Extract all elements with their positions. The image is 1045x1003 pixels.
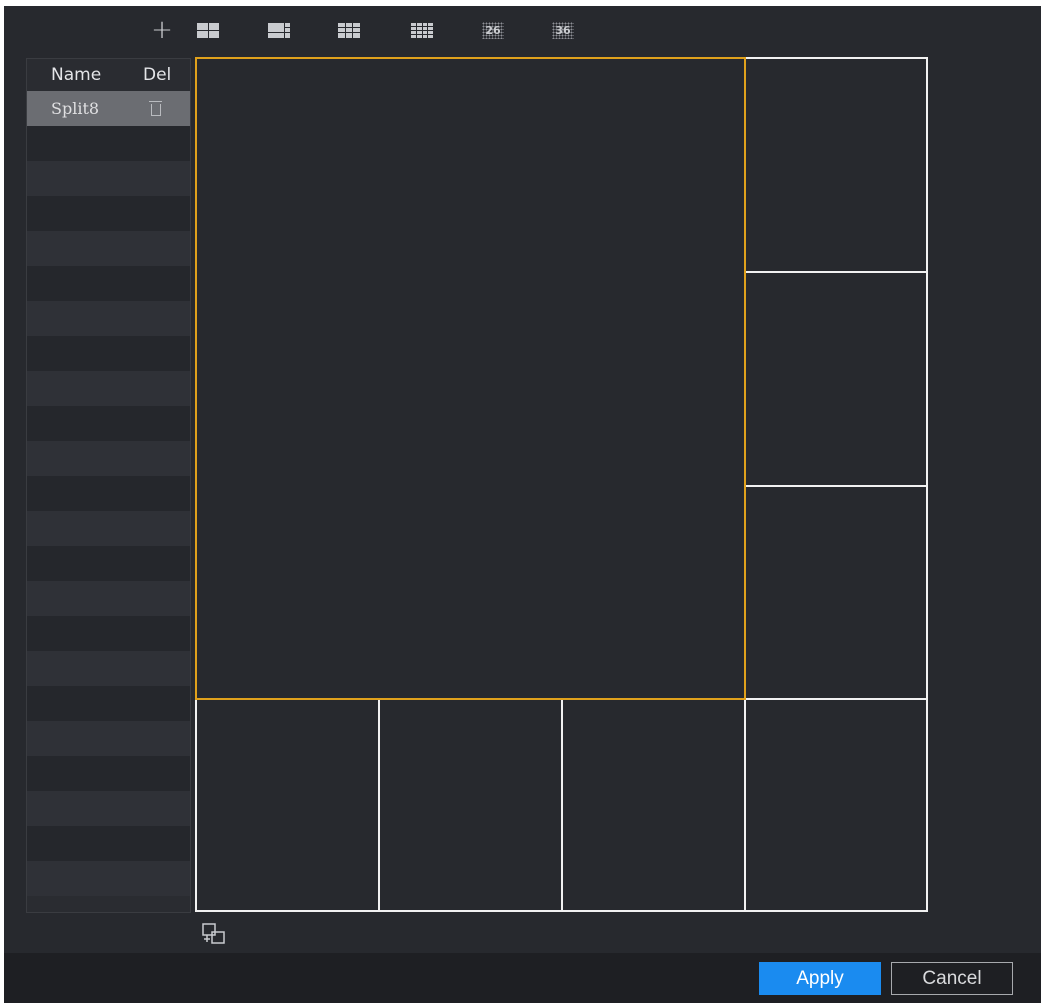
list-row-empty: [27, 336, 190, 371]
list-item-split8[interactable]: Split8: [27, 91, 190, 126]
column-header-name: Name: [51, 65, 102, 85]
split-cell-4[interactable]: [744, 485, 928, 700]
delete-button[interactable]: [135, 98, 190, 120]
list-row-empty: [27, 686, 190, 721]
split-layout-preview: [195, 57, 928, 912]
plus-icon: +: [151, 15, 173, 45]
list-header: Name Del: [27, 59, 190, 91]
list-row-empty: [27, 371, 190, 406]
list-row-empty: [27, 791, 190, 826]
list-item-name: Split8: [51, 99, 100, 118]
toolbar: + 26 36: [4, 6, 1041, 56]
list-row-empty: [27, 301, 190, 336]
split-cell-7[interactable]: [378, 698, 563, 912]
trash-icon: [149, 100, 162, 116]
split-4-button[interactable]: [195, 20, 221, 40]
list-row-empty: [27, 126, 190, 161]
split-cell-5[interactable]: [744, 698, 928, 912]
combine-window-icon: [202, 923, 225, 944]
split-16-button[interactable]: [409, 20, 435, 40]
split-list-panel: Name Del Split8: [26, 58, 191, 913]
split-cell-2[interactable]: [744, 57, 928, 273]
list-row-empty: [27, 721, 190, 756]
list-row-empty: [27, 581, 190, 616]
list-row-empty: [27, 651, 190, 686]
cancel-button[interactable]: Cancel: [891, 962, 1013, 995]
split-cell-1[interactable]: [195, 57, 746, 700]
apply-button[interactable]: Apply: [759, 962, 881, 995]
split-cell-3[interactable]: [744, 271, 928, 487]
split-settings-window: + 26 36 Name Del Split8 Apply Cancel: [4, 6, 1041, 1003]
footer-bar: Apply Cancel: [4, 953, 1041, 1003]
list-row-empty: [27, 616, 190, 651]
add-split-button[interactable]: +: [149, 15, 175, 45]
split-8-button[interactable]: [266, 20, 292, 40]
split-16-icon: [411, 22, 433, 38]
split-9-icon: [338, 22, 360, 38]
list-row-empty: [27, 406, 190, 441]
split-25-icon: 26: [482, 21, 504, 39]
column-header-del: Del: [143, 65, 172, 85]
split-8-icon: [268, 22, 290, 38]
list-row-empty: [27, 511, 190, 546]
list-row-empty: [27, 266, 190, 301]
list-row-empty: [27, 441, 190, 476]
list-row-empty: [27, 861, 190, 896]
list-row-empty: [27, 756, 190, 791]
list-row-empty: [27, 196, 190, 231]
list-row-empty: [27, 161, 190, 196]
split-36-button[interactable]: 36: [550, 20, 576, 40]
combine-window-button[interactable]: [201, 922, 227, 946]
split-25-button[interactable]: 26: [480, 20, 506, 40]
split-4-icon: [197, 22, 219, 38]
split-36-icon: 36: [552, 21, 574, 39]
split-cell-8[interactable]: [561, 698, 746, 912]
split-9-button[interactable]: [336, 20, 362, 40]
split-cell-6[interactable]: [195, 698, 380, 912]
list-row-empty: [27, 476, 190, 511]
list-row-empty: [27, 231, 190, 266]
list-row-empty: [27, 546, 190, 581]
list-row-empty: [27, 826, 190, 861]
